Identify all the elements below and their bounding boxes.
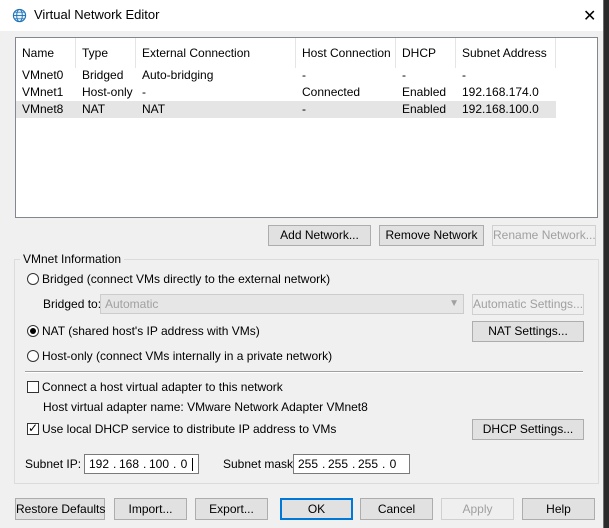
cell-dhcp: Enabled [402, 85, 447, 99]
cell-host-connection: - [302, 102, 306, 116]
subnet-ip-input[interactable]: 192 . 168 . 100 . 0 [84, 454, 199, 474]
chevron-down-icon: ▼ [449, 298, 459, 309]
text-caret [192, 458, 193, 471]
nat-radio[interactable] [27, 325, 39, 337]
dhcp-label[interactable]: Use local DHCP service to distribute IP … [42, 422, 336, 436]
table-row[interactable]: VMnet0 Bridged Auto-bridging - - - [16, 67, 556, 84]
restore-defaults-button[interactable]: Restore Defaults [15, 498, 105, 520]
connect-adapter-checkbox[interactable] [27, 381, 39, 393]
nat-settings-button[interactable]: NAT Settings... [472, 321, 584, 342]
bridged-radio[interactable] [27, 273, 39, 285]
cell-type: Host-only [82, 85, 133, 99]
cell-host-connection: - [302, 68, 306, 82]
cell-subnet-address: - [462, 68, 466, 82]
cell-external-connection: Auto-bridging [142, 68, 214, 82]
window-title: Virtual Network Editor [34, 7, 160, 22]
cell-type: NAT [82, 102, 106, 116]
export-button[interactable]: Export... [195, 498, 268, 520]
subnet-mask-input[interactable]: 255 . 255 . 255 . 0 [293, 454, 410, 474]
ip-dot: . [173, 457, 177, 471]
close-icon[interactable]: ✕ [583, 6, 596, 26]
column-header-external-connection[interactable]: External Connection [136, 38, 296, 68]
add-network-button[interactable]: Add Network... [268, 225, 371, 246]
bridged-to-label: Bridged to: [43, 297, 102, 311]
host-only-label[interactable]: Host-only (connect VMs internally in a p… [42, 349, 332, 363]
ip-octet: 100 [148, 457, 170, 471]
column-header-dhcp[interactable]: DHCP [396, 38, 456, 68]
list-header: Name Type External Connection Host Conne… [16, 38, 556, 68]
ok-button[interactable]: OK [280, 498, 353, 520]
adapter-name-text: Host virtual adapter name: VMware Networ… [43, 400, 368, 414]
help-button[interactable]: Help [522, 498, 595, 520]
remove-network-button[interactable]: Remove Network [379, 225, 484, 246]
column-header-host-connection[interactable]: Host Connection [296, 38, 396, 68]
cell-external-connection: - [142, 85, 146, 99]
dhcp-checkbox[interactable] [27, 421, 39, 435]
column-header-subnet-address[interactable]: Subnet Address [456, 38, 556, 68]
globe-network-icon [12, 8, 27, 23]
nat-label[interactable]: NAT (shared host's IP address with VMs) [42, 324, 260, 338]
connect-adapter-label[interactable]: Connect a host virtual adapter to this n… [42, 380, 283, 394]
mask-octet: 255 [297, 457, 319, 471]
ip-dot: . [143, 457, 147, 471]
cell-type: Bridged [82, 68, 124, 82]
ip-dot: . [113, 457, 117, 471]
table-row[interactable]: VMnet1 Host-only - Connected Enabled 192… [16, 84, 556, 101]
column-header-type[interactable]: Type [76, 38, 136, 68]
subnet-mask-label: Subnet mask: [223, 457, 297, 471]
mask-octet: 255 [357, 457, 379, 471]
subnet-ip-label: Subnet IP: [25, 457, 82, 471]
mask-octet: 0 [389, 457, 397, 471]
table-row-selected[interactable]: VMnet8 NAT NAT - Enabled 192.168.100.0 [16, 101, 556, 118]
separator [25, 371, 583, 373]
cell-name: VMnet8 [22, 102, 64, 116]
group-label: VMnet Information [20, 252, 125, 266]
bridged-to-select[interactable]: Automatic ▼ [100, 294, 464, 314]
mask-octet: 255 [327, 457, 349, 471]
cell-host-connection: Connected [302, 85, 361, 99]
title-bar: Virtual Network Editor ✕ [0, 0, 603, 31]
apply-button[interactable]: Apply [441, 498, 514, 520]
network-list[interactable]: Name Type External Connection Host Conne… [15, 37, 598, 218]
ip-octet: 192 [88, 457, 110, 471]
cell-external-connection: NAT [142, 102, 166, 116]
cell-name: VMnet1 [22, 85, 64, 99]
ip-octet: 168 [118, 457, 140, 471]
column-header-name[interactable]: Name [16, 38, 76, 68]
import-button[interactable]: Import... [114, 498, 187, 520]
bridged-label[interactable]: Bridged (connect VMs directly to the ext… [42, 272, 330, 286]
cell-name: VMnet0 [22, 68, 64, 82]
cell-subnet-address: 192.168.174.0 [462, 85, 539, 99]
cell-dhcp: Enabled [402, 102, 447, 116]
automatic-settings-button[interactable]: Automatic Settings... [472, 294, 584, 315]
virtual-network-editor-window: Virtual Network Editor ✕ Name Type Exter… [0, 0, 604, 528]
host-only-radio[interactable] [27, 350, 39, 362]
cancel-button[interactable]: Cancel [360, 498, 433, 520]
cell-subnet-address: 192.168.100.0 [462, 102, 539, 116]
cell-dhcp: - [402, 68, 406, 82]
ip-dot: . [322, 457, 326, 471]
dhcp-settings-button[interactable]: DHCP Settings... [472, 419, 584, 440]
ip-octet: 0 [180, 457, 188, 471]
bridged-to-value: Automatic [105, 297, 159, 311]
ip-dot: . [352, 457, 356, 471]
rename-network-button[interactable]: Rename Network... [492, 225, 596, 246]
ip-dot: . [382, 457, 386, 471]
